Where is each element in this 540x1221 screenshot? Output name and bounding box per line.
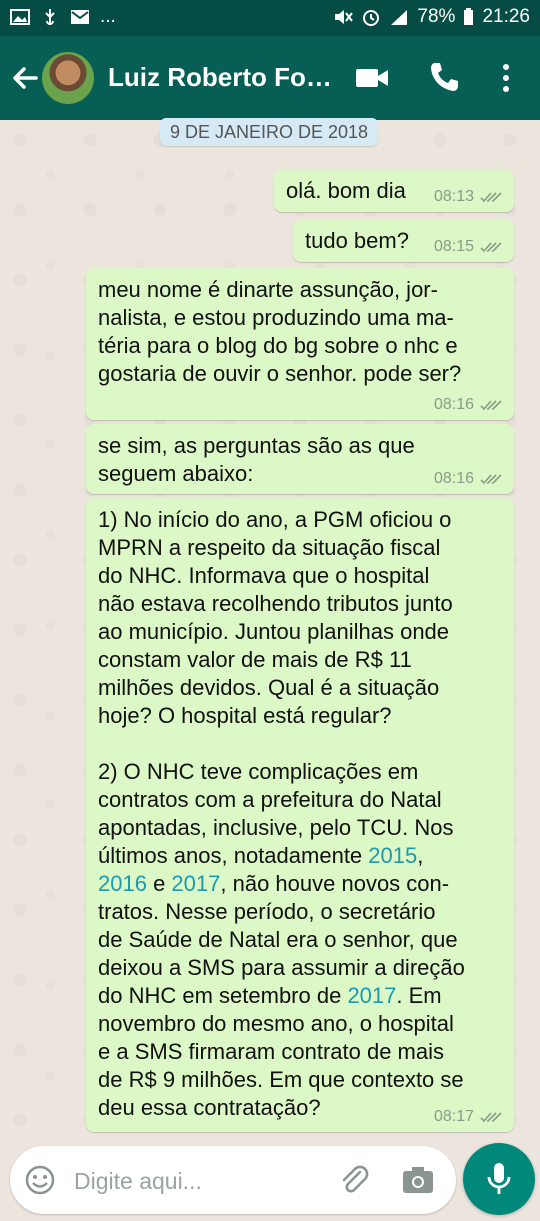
back-arrow-icon[interactable]	[8, 58, 42, 98]
message-text: se sim, as perguntas são as que seguem a…	[98, 433, 415, 486]
message-text: tudo bem?	[305, 228, 409, 253]
message-text: olá. bom dia	[286, 178, 406, 203]
double-check-icon	[480, 192, 502, 203]
usb-icon	[45, 9, 55, 25]
voice-message-button[interactable]	[463, 1143, 535, 1215]
question-2-part: e	[146, 871, 172, 896]
battery-level: 78%	[417, 6, 456, 27]
message-bubble[interactable]: meu nome é dinarte assunção, jor- nalist…	[86, 268, 514, 420]
attach-icon[interactable]	[336, 1162, 372, 1198]
message-time: 08:15	[433, 238, 474, 255]
question-2-part: ,	[417, 843, 424, 868]
year-link[interactable]: 2016	[98, 871, 147, 896]
double-check-icon	[480, 474, 502, 485]
message-input[interactable]	[72, 1162, 326, 1200]
message-time: 08:17	[433, 1108, 474, 1125]
message-text: 1) No início do ano, a PGM oficiou o MPR…	[98, 506, 465, 1122]
mute-icon	[335, 10, 354, 24]
date-separator: 9 DE JANEIRO DE 2018	[160, 118, 378, 146]
chat-header: Luiz Roberto Fon...	[0, 36, 540, 120]
message-composer	[10, 1146, 456, 1214]
gallery-icon	[10, 9, 30, 25]
double-check-icon	[480, 242, 502, 253]
message-meta: 08:16	[434, 396, 502, 414]
battery-icon	[464, 8, 474, 25]
message-meta: 08:15	[434, 238, 502, 256]
message-bubble[interactable]: tudo bem? 08:15	[293, 220, 514, 262]
message-meta: 08:17	[434, 1108, 502, 1126]
signal-icon	[391, 10, 408, 25]
message-meta: 08:13	[434, 188, 502, 206]
year-link[interactable]: 2017	[347, 983, 396, 1008]
question-1: 1) No início do ano, a PGM oficiou o MPR…	[98, 507, 453, 728]
message-time: 08:16	[433, 470, 474, 487]
microphone-icon	[487, 1163, 511, 1194]
message-text: meu nome é dinarte assunção, jor- nalist…	[98, 277, 462, 386]
avatar[interactable]	[42, 52, 94, 104]
message-bubble[interactable]: olá. bom dia 08:13	[274, 170, 514, 212]
alarm-icon	[363, 10, 380, 26]
double-check-icon	[480, 400, 502, 411]
year-link[interactable]: 2017	[171, 871, 220, 896]
year-link[interactable]: 2015	[368, 843, 417, 868]
video-call-icon[interactable]	[354, 64, 390, 92]
message-bubble[interactable]: 1) No início do ano, a PGM oficiou o MPR…	[86, 498, 514, 1132]
contact-name[interactable]: Luiz Roberto Fon...	[108, 62, 338, 93]
status-more: ...	[100, 6, 116, 27]
message-time: 08:13	[433, 188, 474, 205]
status-bar: ... 78% 21:26	[0, 0, 540, 36]
message-meta: 08:16	[434, 470, 502, 488]
emoji-icon[interactable]	[24, 1164, 56, 1196]
more-options-icon[interactable]	[494, 60, 518, 96]
mail-icon	[71, 10, 89, 24]
phone-call-icon[interactable]	[428, 60, 460, 94]
clock: 21:26	[482, 6, 530, 27]
double-check-icon	[480, 1112, 502, 1123]
chat-area[interactable]: 9 DE JANEIRO DE 2018 olá. bom dia 08:13 …	[0, 118, 540, 1140]
message-bubble[interactable]: se sim, as perguntas são as que seguem a…	[86, 424, 514, 494]
message-time: 08:16	[433, 396, 474, 413]
camera-icon[interactable]	[400, 1162, 436, 1198]
